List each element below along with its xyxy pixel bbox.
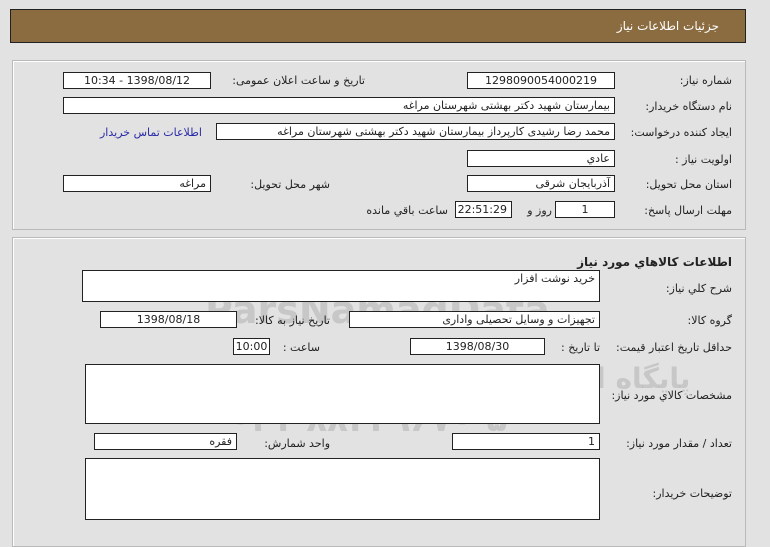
announce-field: 1398/08/12 - 10:34 [63,72,211,89]
buyer-org-field: بیمارستان شهید دکتر بهشتی شهرستان مراغه [63,97,615,114]
page-title: جزئیات اطلاعات نیاز [616,19,719,33]
creator-field: محمد رضا رشیدی کارپرداز بیمارستان شهید د… [216,123,615,140]
specs-field [85,364,600,424]
buyer-org-label: نام دستگاه خریدار: [645,100,732,113]
group-label: گروه کالا: [687,314,732,327]
unit-field: فقره [94,433,237,450]
days-field: 1 [555,201,615,218]
announce-label: تاریخ و ساعت اعلان عمومی: [232,74,365,87]
unit-label: واحد شمارش: [264,437,330,450]
time-left-field: 22:51:29 [455,201,512,218]
buyer-notes-label: توضیحات خریدار: [652,487,733,500]
deadline-label: مهلت ارسال پاسخ: [644,204,732,217]
to-date-field: 1398/08/30 [410,338,545,355]
creator-label: ایجاد کننده درخواست: [630,126,732,139]
desc-label: شرح کلي نیاز: [665,282,732,295]
page-header: جزئیات اطلاعات نیاز [10,9,746,43]
province-label: استان محل تحویل: [645,178,732,191]
priority-field: عادي [467,150,615,167]
specs-label: مشخصات کالاي مورد نیاز: [611,389,732,402]
time-left-suffix: ساعت باقي مانده [366,204,448,217]
buyer-contact-link[interactable]: اطلاعات تماس خریدار [100,126,202,139]
goods-section-title: اطلاعات کالاهاي مورد نیاز [577,255,732,269]
hour-field: 10:00 [233,338,270,355]
group-field: تجهیزات و وسایل تحصیلی واداری [349,311,600,328]
need-number-label: شماره نیاز: [679,74,732,87]
validity-label: حداقل تاریخ اعتبار قیمت: [616,341,732,354]
qty-field: 1 [452,433,600,450]
priority-label: اولویت نیاز : [674,153,732,166]
to-date-label: تا تاریخ : [561,341,600,354]
city-field: مراغه [63,175,211,192]
need-date-label: تاریخ نیاز به کالا: [255,314,330,327]
city-label: شهر محل تحویل: [250,178,330,191]
need-number-field: 1298090054000219 [467,72,615,89]
hour-label: ساعت : [282,341,320,354]
qty-label: تعداد / مقدار مورد نیاز: [626,437,732,450]
desc-field: خرید نوشت افزار [82,270,600,302]
province-field: آذربایجان شرقی [467,175,615,192]
need-date-field: 1398/08/18 [100,311,237,328]
buyer-notes-field [85,458,600,520]
days-suffix: روز و [527,204,552,217]
